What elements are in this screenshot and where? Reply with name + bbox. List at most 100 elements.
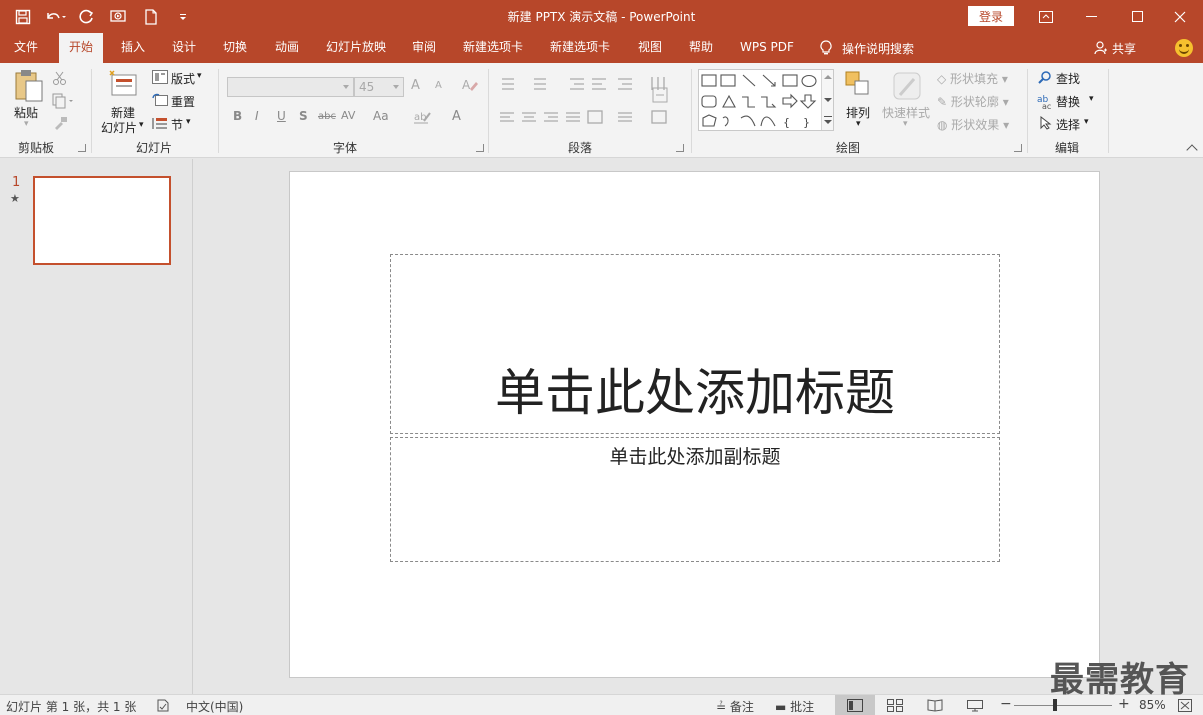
save-icon[interactable] [8, 3, 38, 31]
maximize-icon[interactable] [1115, 0, 1161, 33]
find-icon[interactable] [1038, 71, 1052, 88]
minimize-icon[interactable] [1069, 0, 1115, 33]
reading-view-icon[interactable] [915, 695, 955, 715]
tell-me-label: 操作说明搜索 [842, 41, 915, 56]
customize-qat-icon[interactable] [168, 3, 198, 31]
format-painter-icon[interactable] [52, 115, 68, 134]
notes-button[interactable]: ≟ 备注 [716, 698, 754, 715]
shape-effects-button[interactable]: ◍ 形状效果 ▾ [937, 116, 1009, 133]
collapse-ribbon-icon[interactable] [1186, 144, 1198, 156]
find-label[interactable]: 查找 [1056, 70, 1080, 87]
ribbon-display-icon[interactable] [1023, 0, 1069, 33]
arrange-icon[interactable] [845, 71, 873, 102]
new-slide-dropdown-icon[interactable]: ▾ [139, 120, 144, 130]
drawing-launcher-icon[interactable] [1014, 144, 1022, 152]
start-slideshow-icon[interactable] [104, 3, 134, 31]
comments-button[interactable]: ▬ 批注 [775, 698, 814, 715]
tab-review[interactable]: 审阅 [412, 33, 436, 63]
font-color-button[interactable]: A [452, 109, 461, 124]
tab-help[interactable]: 帮助 [689, 33, 713, 63]
font-group-label: 字体 [333, 141, 358, 155]
italic-button[interactable]: I [255, 109, 259, 123]
reset-icon[interactable] [152, 93, 168, 110]
feedback-smiley-icon[interactable] [1175, 39, 1193, 57]
close-icon[interactable] [1157, 0, 1203, 33]
shapes-gallery-scroll[interactable] [821, 70, 833, 130]
reset-label[interactable]: 重置 [171, 93, 195, 110]
subtitle-placeholder[interactable]: 单击此处添加副标题 [390, 437, 1000, 562]
shape-outline-button[interactable]: ✎ 形状轮廓 ▾ [937, 93, 1009, 110]
clear-formatting-icon[interactable]: A [461, 77, 479, 96]
replace-dropdown-icon[interactable]: ▾ [1089, 94, 1094, 104]
login-button[interactable]: 登录 [968, 6, 1014, 26]
slideshow-view-icon[interactable] [955, 695, 995, 715]
section-icon[interactable] [152, 116, 168, 133]
paragraph-launcher-icon[interactable] [676, 144, 684, 152]
select-dropdown-icon[interactable]: ▾ [1084, 117, 1089, 127]
grow-font-icon[interactable]: A [411, 78, 420, 93]
normal-view-icon[interactable] [835, 695, 875, 715]
tab-wps-pdf[interactable]: WPS PDF [740, 33, 794, 63]
strikethrough-button[interactable]: abc [318, 111, 336, 122]
paste-icon[interactable] [13, 69, 45, 106]
replace-icon[interactable]: ab ac [1037, 93, 1053, 112]
shrink-font-icon[interactable]: A [435, 80, 442, 91]
svg-text:}: } [803, 116, 810, 129]
svg-text:{: { [783, 116, 790, 129]
slide-thumbnail[interactable] [33, 176, 171, 265]
bold-button[interactable]: B [233, 109, 242, 123]
copy-icon[interactable] [52, 93, 74, 112]
select-label[interactable]: 选择 [1056, 116, 1080, 133]
section-dropdown-icon[interactable]: ▾ [186, 117, 191, 127]
tab-new-1[interactable]: 新建选项卡 [463, 33, 523, 63]
quick-styles-icon[interactable] [892, 71, 924, 106]
tab-slideshow[interactable]: 幻灯片放映 [326, 33, 386, 63]
slide-sorter-icon[interactable] [875, 695, 915, 715]
replace-label[interactable]: 替换 [1056, 93, 1080, 110]
clipboard-launcher-icon[interactable] [78, 144, 86, 152]
layout-dropdown-icon[interactable]: ▾ [197, 71, 202, 81]
zoom-out-button[interactable]: − [1000, 696, 1012, 712]
new-file-icon[interactable] [136, 3, 166, 31]
paste-dropdown-icon[interactable]: ▾ [24, 119, 29, 129]
tab-view[interactable]: 视图 [638, 33, 662, 63]
shape-fill-button[interactable]: ◇ 形状填充 ▾ [937, 70, 1008, 87]
tab-file[interactable]: 文件 [14, 33, 38, 63]
highlight-icon[interactable]: ab [414, 109, 438, 128]
text-shadow-button[interactable]: S [299, 109, 308, 123]
font-launcher-icon[interactable] [476, 144, 484, 152]
tab-new-2[interactable]: 新建选项卡 [550, 33, 610, 63]
layout-icon[interactable] [152, 70, 168, 87]
language-indicator[interactable]: 中文(中国) [186, 698, 243, 715]
underline-button[interactable]: U [277, 109, 286, 123]
change-case-button[interactable]: Aa [373, 109, 389, 123]
slide-editing-pane: 单击此处添加标题 单击此处添加副标题 [194, 159, 1203, 694]
layout-label[interactable]: 版式 [171, 70, 195, 87]
spell-check-icon[interactable] [156, 699, 170, 715]
tab-insert[interactable]: 插入 [121, 33, 145, 63]
zoom-slider-track[interactable] [1014, 705, 1112, 706]
tab-home[interactable]: 开始 [59, 33, 104, 63]
redo-icon[interactable] [72, 3, 102, 31]
fit-to-window-icon[interactable] [1178, 699, 1192, 715]
tab-animations[interactable]: 动画 [275, 33, 299, 63]
undo-icon[interactable] [40, 3, 70, 31]
slide-canvas[interactable]: 单击此处添加标题 单击此处添加副标题 [289, 171, 1100, 678]
select-cursor-icon[interactable] [1040, 115, 1052, 133]
new-slide-icon[interactable] [108, 69, 138, 104]
shapes-gallery[interactable]: { } [698, 69, 834, 131]
font-size-combobox[interactable]: 45 [354, 77, 404, 97]
new-slide-label-2[interactable]: 幻灯片 [101, 119, 137, 136]
arrange-dropdown-icon[interactable]: ▾ [856, 119, 861, 129]
title-placeholder[interactable]: 单击此处添加标题 [390, 254, 1000, 434]
character-spacing-button[interactable]: AV [341, 109, 355, 122]
quick-styles-dropdown-icon[interactable]: ▾ [903, 119, 908, 129]
share-button[interactable]: 共享 [1094, 33, 1136, 63]
section-label[interactable]: 节 [171, 116, 183, 133]
font-family-combobox[interactable] [227, 77, 354, 97]
cut-icon[interactable] [52, 70, 68, 89]
text-align-icon[interactable] [652, 87, 672, 108]
tab-transitions[interactable]: 切换 [223, 33, 247, 63]
tab-design[interactable]: 设计 [172, 33, 196, 63]
tell-me-search[interactable]: 操作说明搜索 [820, 33, 914, 63]
